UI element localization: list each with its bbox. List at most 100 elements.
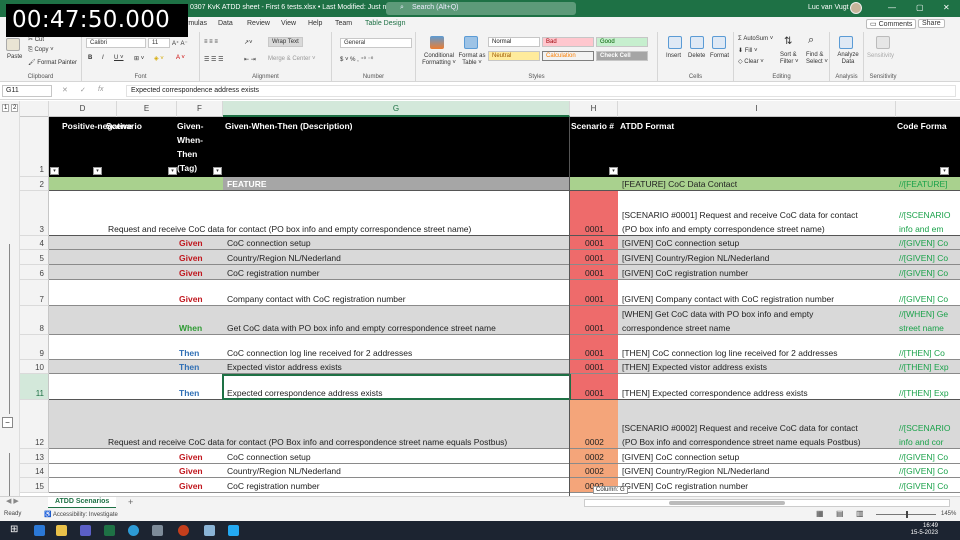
atdd-feature[interactable]: [FEATURE] CoC Data Contact — [620, 179, 739, 189]
gwt-tag[interactable]: Then — [177, 348, 201, 358]
atdd-format[interactable]: [GIVEN] CoC connection setup — [620, 238, 896, 248]
atdd-format-line1[interactable]: [WHEN] Get CoC data with PO box info and… — [620, 309, 896, 319]
row-header-8[interactable]: 8 — [20, 306, 49, 335]
filter-dropdown-0[interactable]: ▾ — [50, 167, 59, 175]
gwt-tag[interactable]: Given — [177, 466, 205, 476]
code-format[interactable]: //[THEN] Co — [897, 348, 960, 358]
edge-icon[interactable] — [128, 525, 139, 536]
grow-font-icon[interactable]: A⁺ A⁻ — [172, 40, 188, 47]
code-format[interactable]: //[GIVEN] Co — [897, 452, 960, 462]
atdd-format[interactable]: [THEN] Expected correspondence address e… — [620, 388, 896, 398]
formula-input[interactable]: Expected correspondence address exists — [126, 85, 956, 97]
vscode-icon[interactable] — [228, 525, 239, 536]
paste-icon[interactable] — [6, 38, 20, 51]
align-top-icon[interactable]: ≡ ≡ ≡ — [204, 39, 218, 45]
column-header-d[interactable]: D — [49, 101, 117, 117]
feature-label[interactable]: FEATURE — [225, 179, 269, 189]
format-table-icon[interactable] — [464, 36, 478, 49]
delete-button[interactable]: Delete — [688, 53, 705, 59]
start-icon[interactable]: ⊞ — [10, 524, 18, 535]
filter-dropdown-2[interactable]: ▾ — [168, 167, 177, 175]
powerpoint-icon[interactable] — [178, 525, 189, 536]
underline-button[interactable]: U ˅ — [114, 55, 124, 61]
avatar[interactable] — [850, 2, 862, 14]
name-box[interactable]: G11 — [2, 85, 52, 97]
scenario-number[interactable]: 0001 — [583, 388, 606, 398]
search-box[interactable]: ⌕ Search (Alt+Q) — [386, 2, 576, 15]
gwt-tag[interactable]: Given — [177, 238, 205, 248]
analyze-data-icon[interactable] — [839, 36, 853, 49]
tab-formulas[interactable]: rmulas — [186, 20, 207, 27]
insert-cells-icon[interactable] — [668, 36, 682, 49]
find-icon[interactable]: ⌕ — [808, 34, 814, 47]
enter-icon[interactable]: ✓ — [80, 86, 86, 94]
gwt-tag[interactable]: Given — [177, 268, 205, 278]
scenario-number[interactable]: 0001 — [583, 362, 606, 372]
row-header-12[interactable]: 12 — [20, 400, 49, 449]
find-select-button[interactable]: Find & Select ˅ — [806, 52, 830, 66]
code-format[interactable]: //[GIVEN] Co — [897, 238, 960, 248]
row-header-7[interactable]: 7 — [20, 280, 49, 306]
scenario-number[interactable]: 0001 — [583, 323, 606, 333]
gwt-tag[interactable]: Then — [177, 388, 201, 398]
font-size-select[interactable]: 11 — [148, 38, 170, 48]
clear-button[interactable]: ◇ Clear ˅ — [738, 58, 764, 65]
border-icon[interactable]: ⊞ ˅ — [134, 55, 144, 62]
filter-dropdown-1[interactable]: ▾ — [93, 167, 102, 175]
user-name[interactable]: Luc van Vugt — [808, 4, 849, 11]
atdd-format[interactable]: [GIVEN] CoC connection setup — [620, 452, 896, 462]
row-header-6[interactable]: 6 — [20, 265, 49, 280]
code-format-line1[interactable]: //[SCENARIO — [897, 423, 960, 433]
collapse-group-button[interactable]: − — [2, 417, 13, 428]
view-page-break-icon[interactable]: ▥ — [856, 509, 864, 518]
style-calculation[interactable]: Calculation — [542, 51, 594, 61]
fill-button[interactable]: ⬇ Fill ˅ — [738, 47, 758, 54]
row-header-3[interactable]: 3 — [20, 191, 49, 236]
column-header-g[interactable]: G — [223, 101, 570, 117]
explorer-icon[interactable] — [56, 525, 67, 536]
filter-dropdown-4[interactable]: ▾ — [609, 167, 618, 175]
gwt-description[interactable]: CoC connection log line received for 2 a… — [225, 348, 569, 358]
code-format-line2[interactable]: info and em — [897, 224, 960, 234]
code-format[interactable]: //[GIVEN] Co — [897, 466, 960, 476]
teams-icon[interactable] — [80, 525, 91, 536]
accessibility-status[interactable]: ♿ Accessibility: Investigate — [44, 511, 118, 518]
style-neutral[interactable]: Neutral — [488, 51, 540, 61]
copy-button[interactable]: ⎘ Copy ˅ — [28, 47, 54, 54]
scenario-number[interactable]: 0002 — [583, 466, 606, 476]
maximize-button[interactable]: ▢ — [916, 3, 924, 12]
add-sheet-button[interactable]: + — [128, 497, 133, 507]
format-table-button[interactable]: Format as Table ˅ — [458, 53, 486, 67]
horizontal-scrollbar[interactable] — [584, 499, 950, 507]
font-name-select[interactable]: Calibri — [86, 38, 146, 48]
sort-filter-icon[interactable]: ⇅ — [784, 36, 792, 47]
document-title[interactable]: 0307 KvK ATDD sheet - First 6 tests.xlsx… — [190, 4, 401, 11]
outlook-icon[interactable] — [34, 525, 45, 536]
format-painter-button[interactable]: 🖌 Format Painter — [28, 59, 77, 66]
atdd-format[interactable]: [THEN] Expected vistor address exists — [620, 362, 896, 372]
zoom-level[interactable]: 145% — [941, 511, 956, 517]
gwt-description[interactable]: CoC connection setup — [225, 238, 569, 248]
row-header-5[interactable]: 5 — [20, 250, 49, 265]
scenario-number[interactable]: 0001 — [583, 268, 606, 278]
code-format-line2[interactable]: info and cor — [897, 437, 960, 447]
atdd-format[interactable]: [GIVEN] Company contact with CoC registr… — [620, 294, 896, 304]
atdd-format[interactable]: [THEN] CoC connection log line received … — [620, 348, 896, 358]
column-header-e[interactable]: E — [117, 101, 177, 117]
scenario-number[interactable]: 0002 — [583, 452, 606, 462]
code-feature[interactable]: //[FEATURE] — [897, 179, 960, 189]
filter-dropdown-5[interactable]: ▾ — [940, 167, 949, 175]
number-format-select[interactable]: General — [340, 38, 412, 48]
outline-level-1[interactable]: 1 — [2, 104, 10, 112]
view-page-layout-icon[interactable]: ▤ — [836, 509, 844, 518]
tab-table-design[interactable]: Table Design — [365, 20, 405, 27]
scenario-number[interactable]: 0001 — [583, 348, 606, 358]
select-all-corner[interactable] — [20, 101, 49, 117]
column-header-f[interactable]: F — [177, 101, 223, 117]
gwt-description[interactable]: CoC connection setup — [225, 452, 569, 462]
filter-dropdown-3[interactable]: ▾ — [213, 167, 222, 175]
atdd-format-line2[interactable]: (PO box info and empty correspondence st… — [620, 224, 896, 234]
italic-button[interactable]: I — [102, 55, 104, 61]
scenario-number[interactable]: 0002 — [583, 437, 606, 447]
zoom-slider[interactable] — [876, 511, 936, 518]
